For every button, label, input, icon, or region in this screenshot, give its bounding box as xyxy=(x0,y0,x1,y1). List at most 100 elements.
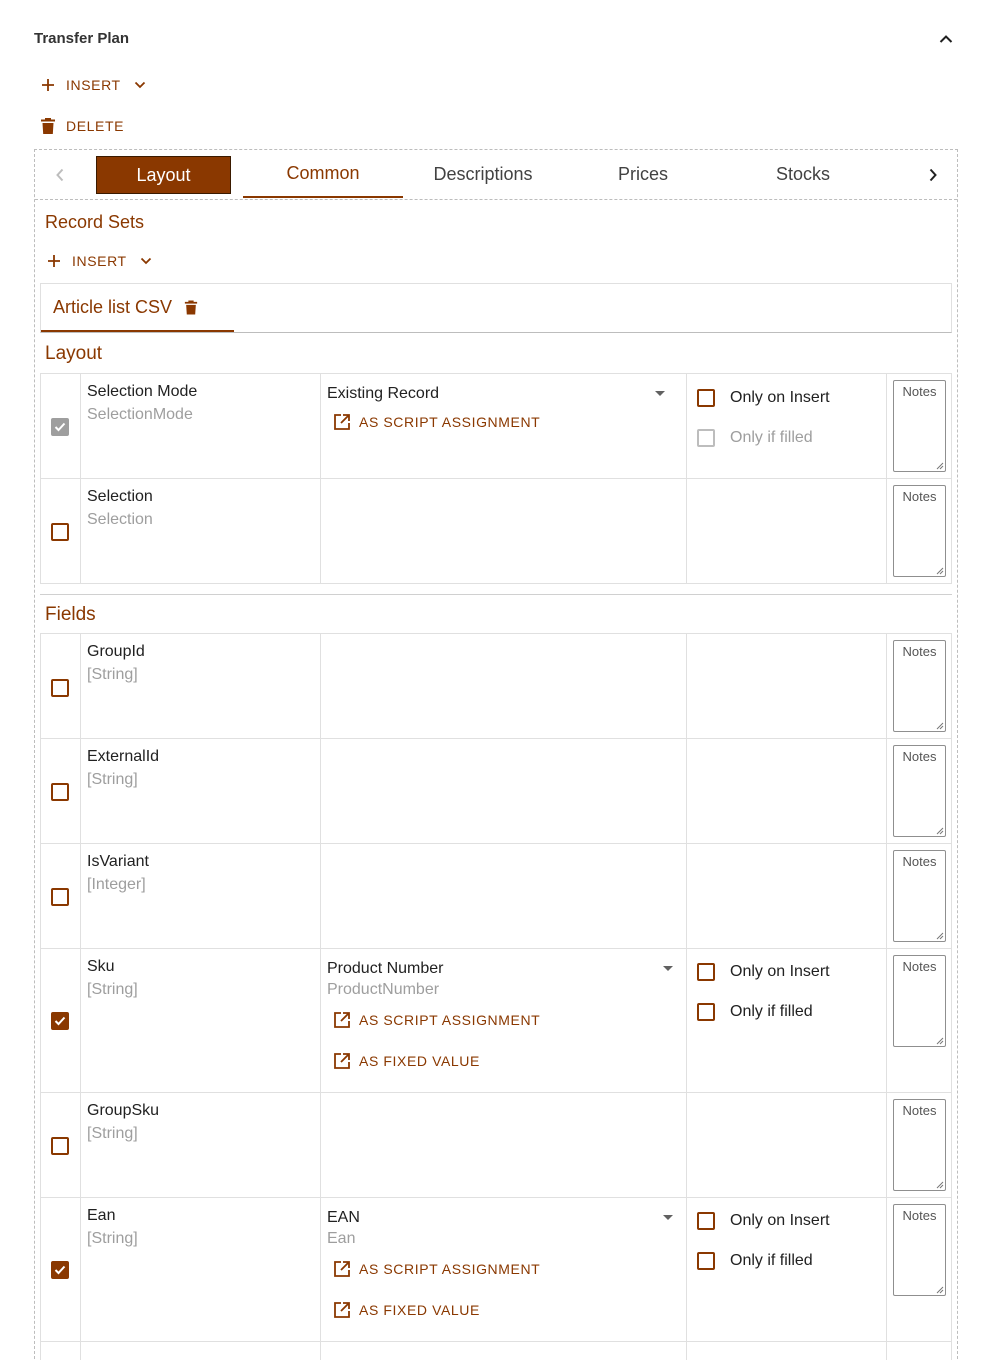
dropdown-arrow-icon[interactable] xyxy=(663,966,673,971)
field-type: [String] xyxy=(87,666,138,683)
open-in-new-icon xyxy=(334,1012,350,1028)
resize-grip-icon[interactable] xyxy=(936,567,944,575)
section-divider xyxy=(40,594,952,595)
notes-textarea[interactable]: Notes xyxy=(893,955,946,1047)
open-in-new-icon xyxy=(334,414,350,430)
fixed-value-button[interactable]: AS FIXED VALUE xyxy=(333,1301,480,1319)
value-select-sub: Ean xyxy=(327,1230,356,1247)
insert-label: INSERT xyxy=(66,77,121,93)
notes-textarea[interactable]: Notes xyxy=(893,640,946,732)
row-checkbox[interactable] xyxy=(51,888,69,906)
row-checkbox[interactable] xyxy=(51,1137,69,1155)
resize-grip-icon[interactable] xyxy=(936,1286,944,1294)
table-row: Selection Mode SelectionMode Existing Re… xyxy=(40,373,952,479)
insert-label: INSERT xyxy=(72,253,127,269)
field-name: GroupSku xyxy=(87,1102,160,1119)
value-select[interactable]: Product Number xyxy=(327,959,686,979)
resize-grip-icon[interactable] xyxy=(936,932,944,940)
notes-textarea[interactable]: Notes xyxy=(893,745,946,837)
panel-title: Transfer Plan xyxy=(34,30,130,47)
fields-section-title: Fields xyxy=(45,604,96,625)
trash-icon xyxy=(41,118,55,134)
tab-layout[interactable]: Layout xyxy=(96,156,231,194)
tab-bar: Layout Common Descriptions Prices Stocks xyxy=(35,150,957,200)
only-on-insert-checkbox[interactable]: Only on Insert xyxy=(697,963,830,981)
field-name: IsVariant xyxy=(87,853,149,870)
tab-descriptions[interactable]: Descriptions xyxy=(403,150,563,198)
tab-scroll-left-button[interactable] xyxy=(47,162,73,188)
only-if-filled-checkbox: Only if filled xyxy=(697,429,813,447)
field-name: Selection xyxy=(87,488,153,505)
field-type: [String] xyxy=(87,1230,138,1247)
row-checkbox[interactable] xyxy=(51,679,69,697)
table-row: ExternalId [String] Notes xyxy=(40,739,952,844)
dropdown-arrow-icon[interactable] xyxy=(663,1215,673,1220)
field-type: Selection xyxy=(87,511,153,528)
row-checkbox[interactable] xyxy=(51,523,69,541)
delete-label: DELETE xyxy=(66,118,125,134)
row-checkbox[interactable] xyxy=(51,783,69,801)
row-checkbox[interactable] xyxy=(51,418,69,436)
plus-icon xyxy=(48,255,60,267)
field-type: [Integer] xyxy=(87,876,146,893)
value-select-sub: ProductNumber xyxy=(327,981,440,998)
field-name: GroupId xyxy=(87,643,145,660)
only-if-filled-checkbox[interactable]: Only if filled xyxy=(697,1252,813,1270)
field-type: [String] xyxy=(87,1125,138,1142)
only-on-insert-checkbox[interactable]: Only on Insert xyxy=(697,1212,830,1230)
tab-scroll-right-button[interactable] xyxy=(920,162,946,188)
layout-section-title: Layout xyxy=(45,343,103,364)
table-row: GroupSku [String] Notes xyxy=(40,1093,952,1198)
table-row: Ean [String] EAN Ean AS SCRIPT ASSIGNMEN… xyxy=(40,1198,952,1342)
open-in-new-icon xyxy=(334,1261,350,1277)
chevron-down-icon xyxy=(140,257,151,265)
record-sets-title: Record Sets xyxy=(45,212,145,232)
row-checkbox[interactable] xyxy=(51,1012,69,1030)
plus-icon xyxy=(42,79,54,91)
tab-common[interactable]: Common xyxy=(243,150,403,198)
script-assignment-button[interactable]: AS SCRIPT ASSIGNMENT xyxy=(333,1260,540,1278)
resize-grip-icon[interactable] xyxy=(936,1181,944,1189)
chevron-up-icon xyxy=(939,35,953,43)
value-select[interactable]: EAN xyxy=(327,1208,686,1228)
table-row xyxy=(40,1342,952,1360)
checkmark-icon xyxy=(54,1265,66,1275)
trash-icon[interactable] xyxy=(184,299,198,316)
notes-textarea[interactable]: Notes xyxy=(893,1204,946,1296)
chevron-down-icon xyxy=(134,81,145,89)
record-set-tab[interactable]: Article list CSV xyxy=(41,284,234,332)
value-select[interactable]: Existing Record xyxy=(327,384,686,404)
only-if-filled-checkbox[interactable]: Only if filled xyxy=(697,1003,813,1021)
fixed-value-button[interactable]: AS FIXED VALUE xyxy=(333,1052,480,1070)
record-set-tab-label: Article list CSV xyxy=(53,296,173,317)
field-name: Ean xyxy=(87,1207,116,1224)
collapse-button[interactable] xyxy=(934,27,958,51)
field-type: [String] xyxy=(87,981,138,998)
tab-prices[interactable]: Prices xyxy=(563,150,723,198)
record-set-insert-button[interactable]: INSERT xyxy=(46,250,152,272)
only-on-insert-checkbox[interactable]: Only on Insert xyxy=(697,389,830,407)
table-row: IsVariant [Integer] Notes xyxy=(40,844,952,949)
notes-textarea[interactable]: Notes xyxy=(893,485,946,577)
notes-textarea[interactable]: Notes xyxy=(893,1099,946,1191)
field-name: ExternalId xyxy=(87,748,160,765)
field-type: [String] xyxy=(87,771,138,788)
field-name: Sku xyxy=(87,958,115,975)
dropdown-arrow-icon[interactable] xyxy=(655,391,665,396)
insert-button[interactable]: INSERT xyxy=(40,74,146,96)
resize-grip-icon[interactable] xyxy=(936,827,944,835)
resize-grip-icon[interactable] xyxy=(936,722,944,730)
table-row: Selection Selection Notes xyxy=(40,479,952,584)
resize-grip-icon[interactable] xyxy=(936,462,944,470)
notes-textarea[interactable]: Notes xyxy=(893,380,946,472)
field-type: SelectionMode xyxy=(87,406,193,423)
notes-textarea[interactable]: Notes xyxy=(893,850,946,942)
row-checkbox[interactable] xyxy=(51,1261,69,1279)
chevron-right-icon xyxy=(929,168,937,182)
delete-button[interactable]: DELETE xyxy=(40,116,124,136)
tab-stocks[interactable]: Stocks xyxy=(723,150,883,198)
resize-grip-icon[interactable] xyxy=(936,1037,944,1045)
script-assignment-button[interactable]: AS SCRIPT ASSIGNMENT xyxy=(333,413,540,431)
field-name: Selection Mode xyxy=(87,383,198,400)
script-assignment-button[interactable]: AS SCRIPT ASSIGNMENT xyxy=(333,1011,540,1029)
